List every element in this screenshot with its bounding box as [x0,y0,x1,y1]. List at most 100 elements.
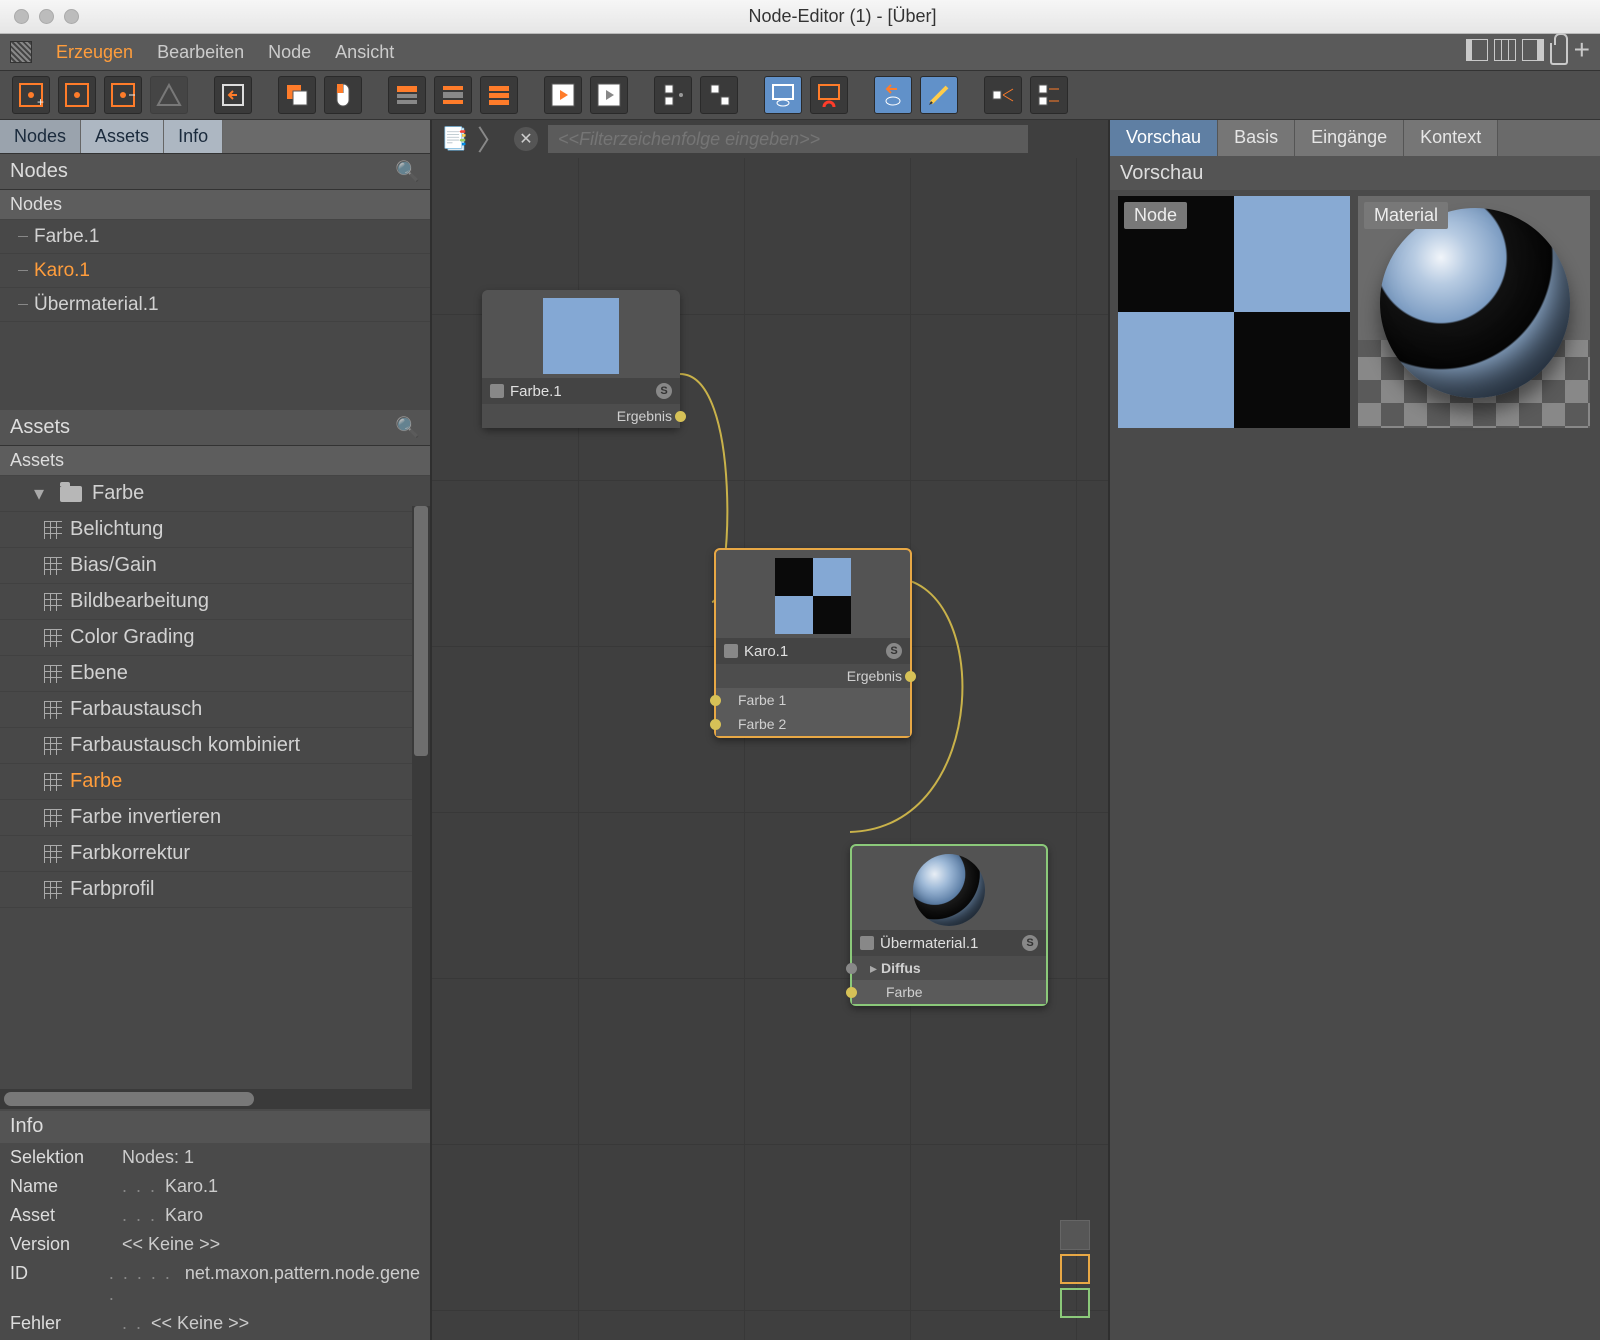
tab-info[interactable]: Info [164,120,223,153]
minimap[interactable] [1060,1216,1090,1322]
preview-label: Material [1364,202,1448,229]
assets-scrollbar[interactable] [412,506,430,1089]
input-port[interactable] [710,719,721,730]
output-port[interactable] [905,671,916,682]
tool-snap[interactable] [810,76,848,114]
node-karo1[interactable]: Karo.1S Ergebnis Farbe 1 Farbe 2 [714,548,912,738]
tool-row-top[interactable] [388,76,426,114]
menu-ansicht[interactable]: Ansicht [335,42,394,63]
layout-2col-right-icon[interactable] [1522,39,1544,61]
node-item-ubermaterial1[interactable]: Übermaterial.1 [0,288,430,322]
tab-kontext[interactable]: Kontext [1404,120,1498,156]
tool-node-out[interactable] [104,76,142,114]
minimap-node-selected [1060,1254,1090,1284]
input-port[interactable] [710,695,721,706]
nodes-header: Nodes 🔍 [0,154,430,190]
preview-node[interactable]: Node [1118,196,1350,428]
tool-import[interactable] [214,76,252,114]
asset-farbaustausch[interactable]: Farbaustausch [0,692,430,728]
assets-hscroll[interactable] [0,1089,430,1109]
search-icon[interactable]: 🔍 [395,415,420,440]
close-window-icon[interactable] [14,9,29,24]
tool-align-2[interactable] [700,76,738,114]
tool-play-grey[interactable] [590,76,628,114]
grid-icon [44,701,62,719]
tab-basis[interactable]: Basis [1218,120,1295,156]
minimize-window-icon[interactable] [39,9,54,24]
tool-copy[interactable] [278,76,316,114]
menu-bearbeiten[interactable]: Bearbeiten [157,42,244,63]
asset-farbaustausch-komb[interactable]: Farbaustausch kombiniert [0,728,430,764]
asset-biasgain[interactable]: Bias/Gain [0,548,430,584]
info-name: Name. . .Karo.1 [0,1172,430,1201]
solo-badge: S [656,383,672,399]
tool-back-eye[interactable] [874,76,912,114]
asset-farbkorrektur[interactable]: Farbkorrektur [0,836,430,872]
layout-2col-left-icon[interactable] [1466,39,1488,61]
app-icon [10,41,32,63]
asset-bildbearbeitung[interactable]: Bildbearbeitung [0,584,430,620]
right-tab-bar: Vorschau Basis Eingänge Kontext [1110,120,1600,156]
grid-icon [44,881,62,899]
asset-ebene[interactable]: Ebene [0,656,430,692]
grid-icon [44,521,62,539]
svg-text:+: + [37,95,44,109]
tool-triangle[interactable] [150,76,188,114]
tool-mouse[interactable] [324,76,362,114]
tool-node-in[interactable] [58,76,96,114]
clear-filter-icon[interactable]: ✕ [514,127,538,151]
node-item-karo1[interactable]: Karo.1 [0,254,430,288]
node-item-farbe1[interactable]: Farbe.1 [0,220,430,254]
tool-new-node[interactable]: + [12,76,50,114]
tool-distribute-1[interactable] [984,76,1022,114]
tab-eingaenge[interactable]: Eingänge [1295,120,1404,156]
asset-belichtung[interactable]: Belichtung [0,512,430,548]
tab-nodes[interactable]: Nodes [0,120,81,153]
preview-material[interactable]: Material [1358,196,1590,428]
solo-badge: S [886,643,902,659]
asset-farbe-invertieren[interactable]: Farbe invertieren [0,800,430,836]
checker-preview-icon [1118,196,1350,428]
node-farbe1[interactable]: Farbe.1S Ergebnis [482,290,680,428]
grid-icon [44,845,62,863]
add-icon[interactable]: + [1574,39,1590,65]
input-port[interactable] [846,987,857,998]
search-icon[interactable]: 🔍 [395,159,420,184]
material-sphere-icon [1380,208,1570,398]
tab-assets[interactable]: Assets [81,120,164,153]
menu-node[interactable]: Node [268,42,311,63]
lock-icon[interactable] [1550,43,1568,65]
node-type-icon [860,936,874,950]
grid-icon [44,809,62,827]
tool-distribute-2[interactable] [1030,76,1068,114]
assets-header: Assets 🔍 [0,410,430,446]
tool-row-full[interactable] [480,76,518,114]
chevron-right-icon[interactable]: 〉 [478,126,504,152]
tab-vorschau[interactable]: Vorschau [1110,120,1218,156]
menu-erzeugen[interactable]: Erzeugen [56,42,133,63]
tool-play[interactable] [544,76,582,114]
node-title-label: Karo.1 [744,643,788,660]
node-ubermaterial1[interactable]: Übermaterial.1S ▸Diffus Farbe [850,844,1048,1006]
preview-row: Node Material [1110,190,1600,434]
asset-farbe[interactable]: Farbe [0,764,430,800]
nodes-subheader: Nodes [0,190,430,220]
tool-row-mid[interactable] [434,76,472,114]
nodes-header-label: Nodes [10,160,68,183]
bookmark-icon[interactable]: 📑 [442,126,468,152]
left-panel: Nodes Assets Info Nodes 🔍 Nodes Farbe.1 … [0,120,432,1340]
info-version: Version<< Keine >> [0,1230,430,1259]
asset-folder-farbe[interactable]: ▾ Farbe [0,476,430,512]
zoom-window-icon[interactable] [64,9,79,24]
asset-colorgrading[interactable]: Color Grading [0,620,430,656]
filter-input[interactable] [548,125,1028,153]
node-canvas[interactable]: 📑 〉 ✕ Farbe.1S Ergebnis Karo.1S Ergebnis… [432,120,1108,1340]
tool-frame-eye[interactable] [764,76,802,114]
input-port[interactable] [846,963,857,974]
grid-icon [44,665,62,683]
asset-farbprofil[interactable]: Farbprofil [0,872,430,908]
tool-align-1[interactable] [654,76,692,114]
tool-edit[interactable] [920,76,958,114]
output-port[interactable] [675,411,686,422]
layout-2col-mid-icon[interactable] [1494,39,1516,61]
